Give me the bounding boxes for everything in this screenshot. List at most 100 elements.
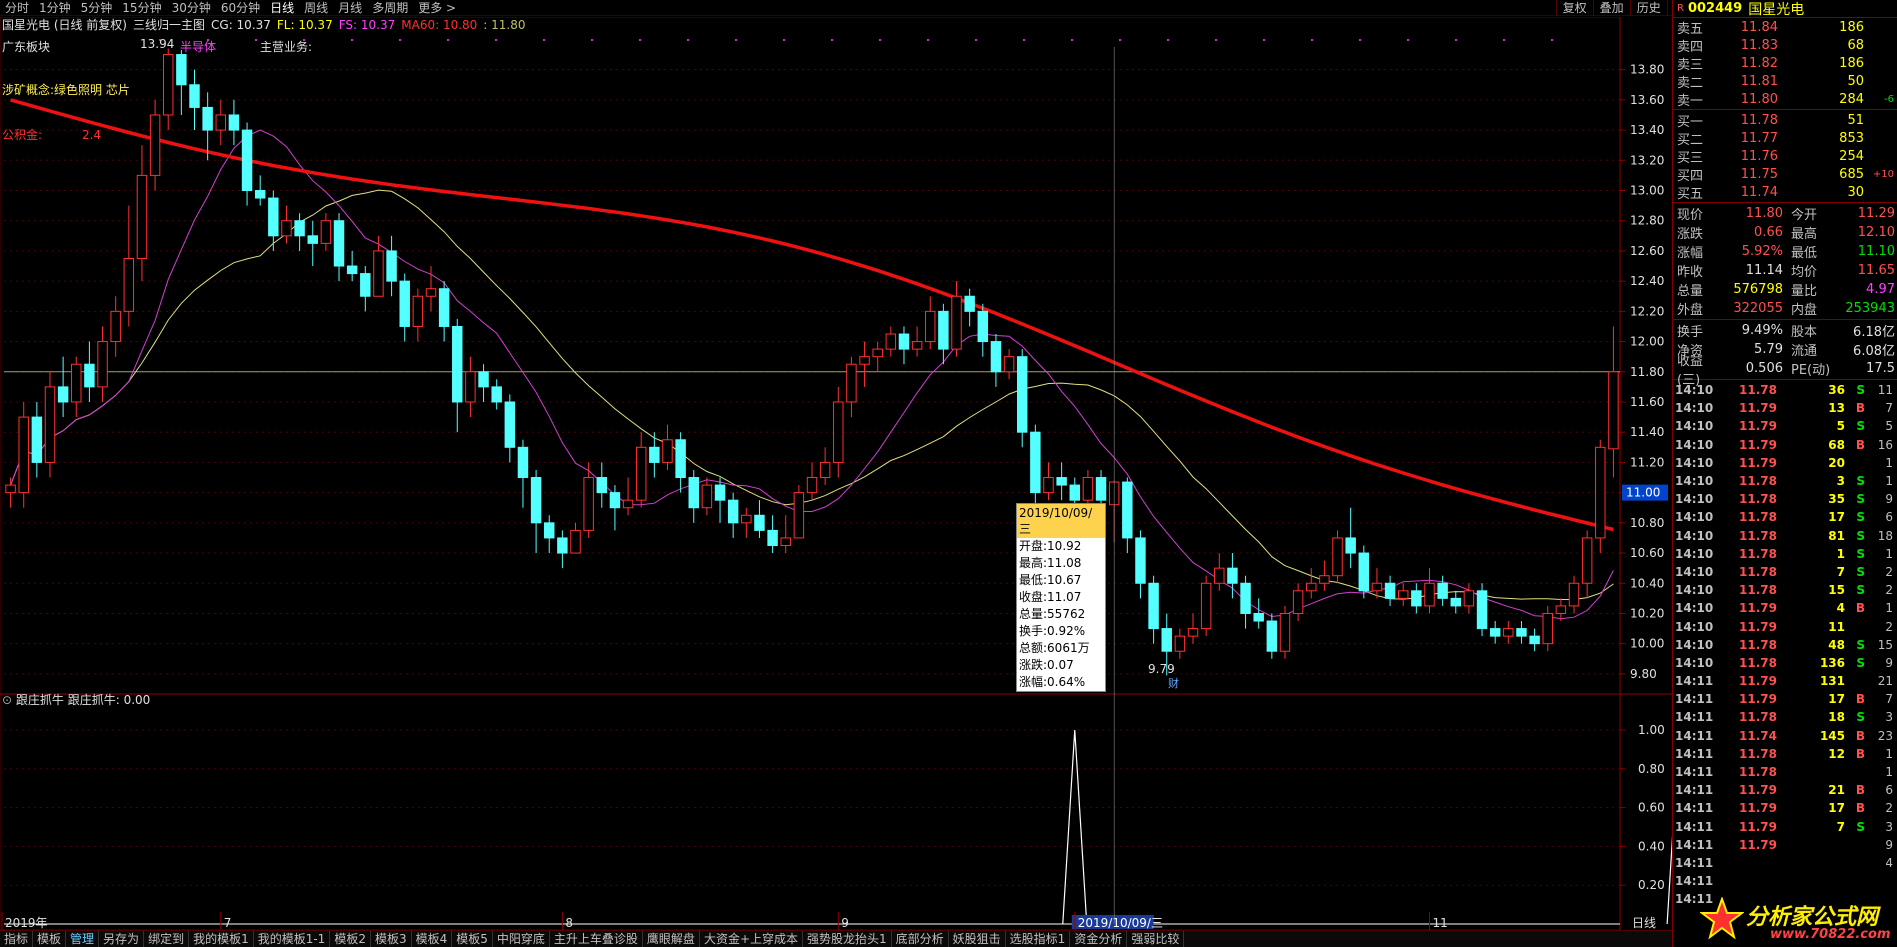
candle-body[interactable] [1148, 582, 1159, 630]
candle-body[interactable] [1187, 628, 1199, 637]
candle-body[interactable] [1240, 582, 1251, 614]
candle-body[interactable] [544, 522, 555, 539]
candle-body[interactable] [859, 356, 870, 365]
candle-body[interactable] [1437, 582, 1448, 599]
candle-body[interactable] [675, 439, 686, 479]
kline-chart[interactable]: 13.80 13.60 13.40 13.20 13.00 12.80 12.60 12.40… [0, 17, 1672, 930]
candle-body[interactable] [438, 288, 450, 327]
template-tab[interactable]: 中阳穿底 [493, 931, 550, 947]
candle-body[interactable] [412, 295, 424, 327]
candle-body[interactable] [162, 54, 174, 116]
period-tab[interactable]: 周线 [299, 0, 333, 16]
candle-body[interactable] [307, 235, 318, 244]
candle-body[interactable] [741, 514, 752, 524]
candle-body[interactable] [294, 220, 305, 237]
candle-body[interactable] [136, 174, 148, 259]
candle-body[interactable] [1384, 582, 1396, 599]
candle-body[interactable] [1030, 431, 1041, 494]
candle-body[interactable] [1122, 481, 1133, 539]
candle-body[interactable] [1608, 371, 1619, 450]
candle-body[interactable] [504, 401, 516, 448]
template-tab[interactable]: 强弱比较 [1127, 931, 1185, 947]
candle-body[interactable] [1253, 612, 1264, 622]
candle-body[interactable] [754, 514, 765, 531]
candle-body[interactable] [176, 54, 187, 86]
candle-body[interactable] [228, 114, 240, 131]
candle-body[interactable] [491, 386, 502, 403]
candle-body[interactable] [215, 114, 227, 131]
period-tab[interactable]: 日线 [265, 0, 299, 16]
orderbook-row[interactable]: 卖二 11.81 50 [1673, 72, 1897, 91]
candle-body[interactable] [872, 348, 883, 358]
candle-body[interactable] [1581, 537, 1593, 584]
candle-body[interactable] [110, 310, 121, 343]
candle-body[interactable] [819, 461, 831, 479]
template-tab[interactable]: 强势股龙抬头1 [803, 931, 892, 947]
candle-body[interactable] [1555, 605, 1567, 614]
orderbook-row[interactable]: 买五 11.74 30 [1673, 183, 1897, 202]
candle-body[interactable] [911, 341, 923, 350]
candle-body[interactable] [1043, 477, 1054, 494]
candle-body[interactable] [635, 446, 647, 501]
candle-body[interactable] [1069, 484, 1080, 501]
candle-body[interactable] [1424, 582, 1435, 607]
period-tab[interactable]: 分时 [0, 0, 34, 16]
trade-ticks[interactable]: 14:10 11.78 36 S 11 14:10 11.79 13 B 7 14:10 11.79 5… [1673, 381, 1897, 908]
candle-body[interactable] [688, 477, 699, 509]
template-tab[interactable]: 模板4 [412, 931, 453, 947]
candle-body[interactable] [1345, 537, 1356, 554]
candle-body[interactable] [189, 84, 200, 108]
candle-body[interactable] [1476, 590, 1488, 630]
template-tab[interactable]: 模板3 [371, 931, 412, 947]
candle-body[interactable] [1397, 590, 1409, 599]
period-tab[interactable]: 1分钟 [34, 0, 76, 16]
candle-body[interactable] [1292, 590, 1304, 614]
candle-body[interactable] [71, 363, 82, 403]
candle-body[interactable] [1450, 597, 1462, 607]
candle-body[interactable] [1200, 582, 1212, 630]
candle-body[interactable] [452, 325, 463, 403]
tool-button[interactable]: 复权 [1555, 0, 1593, 16]
candle-body[interactable] [57, 386, 69, 403]
candle-body[interactable] [1358, 552, 1370, 592]
candle-body[interactable] [938, 310, 949, 350]
template-tab[interactable]: 我的模板1 [189, 931, 254, 947]
candle-body[interactable] [84, 363, 95, 388]
template-tab[interactable]: 我的模板1-1 [254, 931, 331, 947]
candle-body[interactable] [373, 250, 384, 297]
orderbook-row[interactable]: 卖四 11.83 68 [1673, 36, 1897, 55]
period-tab[interactable]: 更多 > [413, 0, 461, 16]
template-tab[interactable]: 底部分析 [892, 931, 949, 947]
candle-body[interactable] [1319, 575, 1330, 584]
candle-body[interactable] [254, 190, 266, 199]
period-tab[interactable]: 15分钟 [117, 0, 166, 16]
candle-body[interactable] [649, 446, 660, 463]
candle-body[interactable] [767, 529, 778, 546]
template-tab[interactable]: 绑定到 [144, 931, 190, 947]
candle-body[interactable] [1463, 590, 1475, 607]
template-tab[interactable]: 资金分析 [1070, 931, 1128, 947]
candle-body[interactable] [123, 257, 135, 312]
orderbook-row[interactable]: 卖一 11.80 284 -6 [1673, 90, 1897, 109]
candle-body[interactable] [1095, 477, 1107, 501]
candle-body[interactable] [780, 537, 791, 546]
candle-body[interactable] [714, 484, 726, 501]
candle-body[interactable] [360, 273, 371, 297]
candle-body[interactable] [1266, 620, 1278, 652]
template-tab[interactable]: 模板 [33, 931, 67, 947]
period-tab[interactable]: 60分钟 [216, 0, 265, 16]
candle-body[interactable] [990, 341, 1002, 373]
candle-body[interactable] [31, 416, 43, 463]
candle-body[interactable] [202, 106, 213, 131]
candle-body[interactable] [44, 386, 56, 463]
candle-body[interactable] [399, 280, 410, 327]
candle-body[interactable] [1161, 628, 1172, 652]
candle-body[interactable] [964, 295, 975, 312]
orderbook-row[interactable]: 卖五 11.84 186 [1673, 18, 1897, 37]
candle-body[interactable] [1529, 635, 1540, 645]
candle-body[interactable] [1082, 477, 1094, 501]
candle-body[interactable] [1489, 628, 1501, 637]
candle-body[interactable] [386, 250, 397, 282]
candle-body[interactable] [806, 477, 818, 494]
candle-body[interactable] [885, 333, 897, 350]
